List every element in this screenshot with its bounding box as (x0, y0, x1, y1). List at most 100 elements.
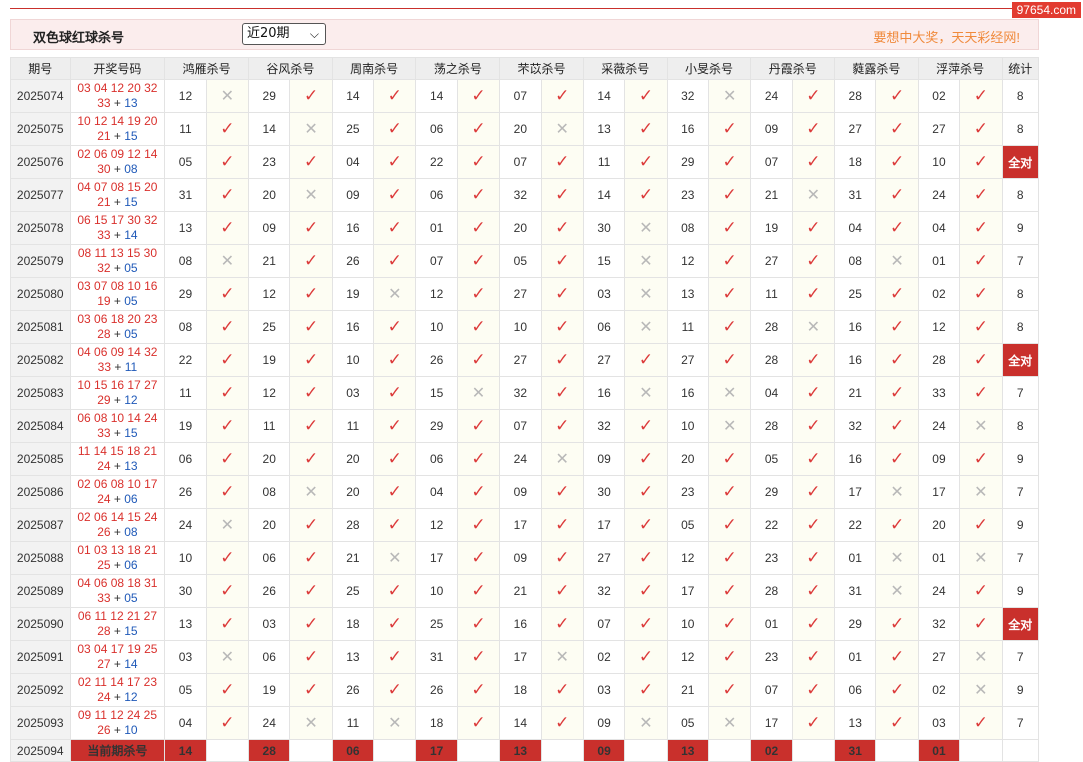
kill-number-cell: 03 (331, 376, 375, 410)
cross-icon: ✕ (875, 574, 919, 608)
check-icon: ✓ (624, 442, 668, 476)
plus-sign: + (110, 228, 125, 242)
cross-icon: ✕ (791, 310, 836, 344)
red-balls-top: 04 06 09 14 32 (77, 345, 158, 359)
kill-number-cell: 07 (582, 607, 626, 641)
check-icon: ✓ (875, 112, 919, 146)
kill-number-cell: 18 (331, 607, 375, 641)
check-icon: ✓ (875, 376, 919, 410)
promo-slogan[interactable]: 要想中大奖，天天彩经网! (873, 27, 1020, 46)
kill-number-cell: 10 (666, 607, 709, 641)
column-header-expert: 芣苡杀号 (499, 57, 584, 80)
check-icon: ✓ (959, 574, 1003, 608)
table-row: 2025075 10 12 14 19 20 21 + 15 11 ✓ 14 ✕ 25 ✓ 06 ✓… (10, 112, 1039, 146)
check-icon: ✓ (289, 244, 333, 278)
cross-icon: ✕ (875, 475, 919, 509)
kill-number-cell: 21 (499, 574, 542, 608)
check-icon: ✓ (791, 343, 836, 377)
blue-ball: 06 (124, 558, 138, 572)
cross-icon: ✕ (205, 244, 250, 278)
kill-number-cell: 25 (331, 574, 375, 608)
period-cell: 2025089 (10, 574, 71, 608)
cross-icon: ✕ (205, 508, 250, 542)
draw-numbers-cell: 11 14 15 18 21 24 + 13 (69, 442, 166, 476)
plus-sign: + (110, 426, 125, 440)
blue-ball: 14 (124, 228, 138, 242)
all-correct-badge: 全对 (1001, 145, 1039, 179)
kill-number-cell: 21 (331, 541, 375, 575)
draw-numbers-cell: 01 03 13 18 21 25 + 06 (69, 541, 166, 575)
cross-icon: ✕ (540, 442, 584, 476)
check-icon: ✓ (540, 574, 584, 608)
kill-number-cell: 27 (666, 343, 709, 377)
red-balls-top: 03 04 12 20 32 (77, 81, 158, 95)
kill-number-cell: 18 (834, 145, 877, 179)
cross-icon: ✕ (205, 640, 250, 674)
blue-ball: 13 (124, 96, 138, 110)
current-kill-number: 01 (917, 739, 961, 762)
current-kill-number: 31 (834, 739, 877, 762)
empty-cell (456, 739, 501, 762)
kill-number-cell: 13 (164, 607, 207, 641)
kill-number-cell: 32 (917, 607, 961, 641)
table-row: 2025090 06 11 12 21 27 28 + 15 13 ✓ 03 ✓ 18 ✓ 25 ✓… (10, 607, 1039, 641)
empty-cell (1001, 739, 1039, 762)
kill-number-cell: 06 (248, 640, 291, 674)
check-icon: ✓ (289, 211, 333, 245)
plus-sign: + (110, 162, 125, 176)
check-icon: ✓ (540, 376, 584, 410)
period-cell: 2025076 (10, 145, 71, 179)
check-icon: ✓ (289, 442, 333, 476)
draw-numbers-cell: 02 06 14 15 24 26 + 08 (69, 508, 166, 542)
kill-number-cell: 12 (666, 640, 709, 674)
check-icon: ✓ (205, 574, 250, 608)
current-kill-number: 28 (248, 739, 291, 762)
check-icon: ✓ (456, 145, 501, 179)
kill-number-cell: 11 (666, 310, 709, 344)
total-cell: 9 (1001, 211, 1039, 245)
blue-ball: 15 (124, 426, 138, 440)
check-icon: ✓ (289, 673, 333, 707)
check-icon: ✓ (373, 607, 417, 641)
draw-line-2: 29 + 12 (71, 393, 164, 408)
kill-number-cell: 14 (582, 79, 626, 113)
kill-number-cell: 20 (331, 475, 375, 509)
red-ball-last: 26 (97, 723, 111, 737)
check-icon: ✓ (624, 508, 668, 542)
kill-number-cell: 05 (666, 706, 709, 740)
red-balls-top: 02 11 14 17 23 (77, 675, 157, 689)
cross-icon: ✕ (707, 376, 752, 410)
kill-number-cell: 04 (750, 376, 793, 410)
kill-number-cell: 05 (499, 244, 542, 278)
kill-number-cell: 06 (582, 310, 626, 344)
column-header-expert: 谷风杀号 (248, 57, 333, 80)
kill-number-cell: 14 (582, 178, 626, 212)
draw-line-2: 25 + 06 (71, 558, 164, 573)
check-icon: ✓ (791, 409, 836, 443)
plus-sign: + (110, 294, 125, 308)
kill-number-cell: 11 (750, 277, 793, 311)
draw-numbers-cell: 04 07 08 15 20 21 + 15 (69, 178, 166, 212)
kill-number-cell: 29 (834, 607, 877, 641)
check-icon: ✓ (289, 640, 333, 674)
check-icon: ✓ (791, 145, 836, 179)
check-icon: ✓ (373, 178, 417, 212)
kill-number-cell: 10 (917, 145, 961, 179)
kill-number-cell: 23 (750, 640, 793, 674)
kill-number-cell: 33 (917, 376, 961, 410)
check-icon: ✓ (456, 244, 501, 278)
kill-number-cell: 29 (415, 409, 458, 443)
kill-number-cell: 13 (164, 211, 207, 245)
kill-number-cell: 06 (248, 541, 291, 575)
kill-number-cell: 07 (499, 79, 542, 113)
check-icon: ✓ (791, 376, 836, 410)
red-ball-last: 21 (97, 195, 111, 209)
cross-icon: ✕ (875, 244, 919, 278)
red-ball-last: 30 (97, 162, 111, 176)
blue-ball: 15 (124, 624, 138, 638)
check-icon: ✓ (959, 607, 1003, 641)
kill-number-cell: 04 (164, 706, 207, 740)
period-range-select[interactable]: 近20期 ⌵ (242, 23, 326, 45)
check-icon: ✓ (791, 79, 836, 113)
check-icon: ✓ (624, 409, 668, 443)
